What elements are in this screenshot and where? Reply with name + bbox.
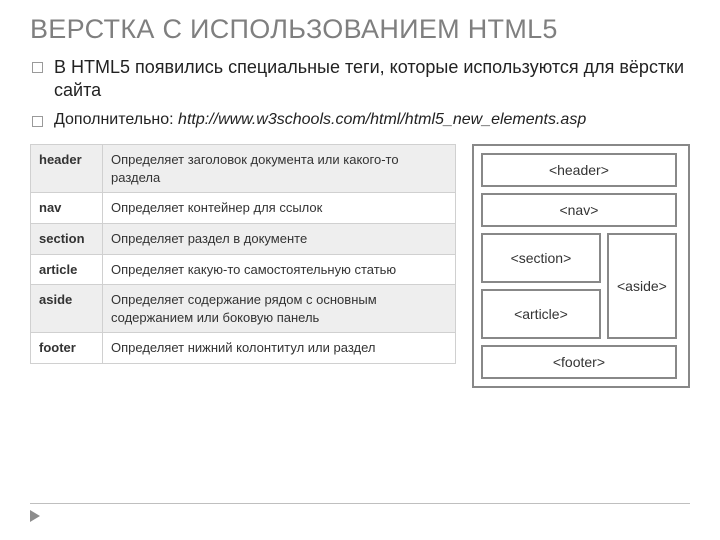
tag-name: header xyxy=(31,145,103,193)
footer-rule xyxy=(30,503,690,504)
tag-name: aside xyxy=(31,285,103,333)
slide-title: ВЕРСТКА С ИСПОЛЬЗОВАНИЕМ HTML5 xyxy=(30,14,690,46)
bullet-link: http://www.w3schools.com/html/html5_new_… xyxy=(178,111,586,128)
bullet-list: В HTML5 появились специальные теги, кото… xyxy=(32,56,690,131)
bullet-item: В HTML5 появились специальные теги, кото… xyxy=(32,56,690,102)
tag-name: article xyxy=(31,254,103,285)
tag-desc: Определяет заголовок документа или каког… xyxy=(103,145,456,193)
table-row: section Определяет раздел в документе xyxy=(31,224,456,255)
wire-footer: <footer> xyxy=(481,345,677,379)
table-row: footer Определяет нижний колонтитул или … xyxy=(31,333,456,364)
wire-article: <article> xyxy=(481,289,601,339)
bullet-item: Дополнительно: http://www.w3schools.com/… xyxy=(32,110,690,130)
layout-wireframe: <header> <nav> <section> <article> <asid… xyxy=(472,144,690,388)
tag-desc: Определяет раздел в документе xyxy=(103,224,456,255)
tag-desc: Определяет содержание рядом с основным с… xyxy=(103,285,456,333)
tag-name: footer xyxy=(31,333,103,364)
tag-name: nav xyxy=(31,193,103,224)
table-row: header Определяет заголовок документа ил… xyxy=(31,145,456,193)
tags-table: header Определяет заголовок документа ил… xyxy=(30,144,456,363)
arrow-right-icon xyxy=(30,510,40,522)
wire-nav: <nav> xyxy=(481,193,677,227)
slide-footer xyxy=(30,503,690,522)
table-row: nav Определяет контейнер для ссылок xyxy=(31,193,456,224)
wire-section: <section> xyxy=(481,233,601,283)
wire-aside: <aside> xyxy=(607,233,677,339)
tag-desc: Определяет нижний колонтитул или раздел xyxy=(103,333,456,364)
tag-name: section xyxy=(31,224,103,255)
tag-desc: Определяет контейнер для ссылок xyxy=(103,193,456,224)
bullet-prefix: Дополнительно: xyxy=(54,111,178,128)
tag-desc: Определяет какую-то самостоятельную стат… xyxy=(103,254,456,285)
wire-header: <header> xyxy=(481,153,677,187)
table-row: article Определяет какую-то самостоятель… xyxy=(31,254,456,285)
table-row: aside Определяет содержание рядом с осно… xyxy=(31,285,456,333)
